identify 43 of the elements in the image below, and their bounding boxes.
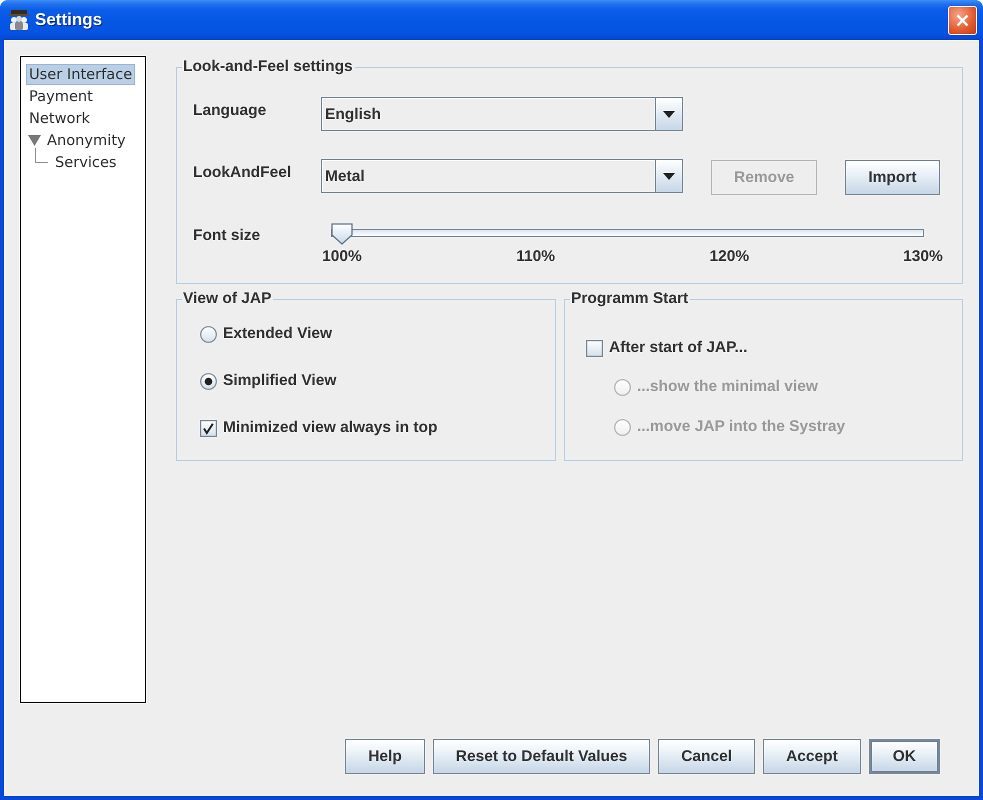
group-title: Programm Start (570, 291, 690, 307)
tick-label: 110% (515, 249, 556, 265)
dialog-button[interactable]: Reset to Default Values (432, 739, 650, 774)
field-label: Language (193, 101, 268, 120)
tree-item[interactable]: User Interface (26, 64, 136, 84)
tree-item[interactable]: Network (26, 108, 93, 128)
people-icon (8, 10, 30, 30)
expand-triangle-icon[interactable] (28, 134, 41, 146)
option-label[interactable]: After start of JAP... (609, 339, 748, 357)
tree-item[interactable]: Services (52, 152, 120, 172)
dialog-button[interactable]: Help (345, 739, 425, 774)
window-title: Settings (35, 10, 102, 30)
caret-icon (663, 172, 675, 180)
checkbox[interactable] (586, 340, 603, 356)
group-title: Look-and-Feel settings (182, 59, 354, 75)
radio-button[interactable] (200, 372, 217, 390)
slider-thumb[interactable] (331, 223, 353, 245)
language-dropdown[interactable]: English (321, 97, 683, 131)
close-icon (956, 14, 969, 26)
caret-icon (663, 110, 675, 118)
close-button[interactable] (948, 6, 977, 34)
font-size-slider[interactable] (331, 223, 924, 245)
field-label: LookAndFeel (193, 163, 292, 182)
option-label[interactable]: Simplified View (223, 372, 336, 390)
radio-button[interactable] (200, 326, 217, 342)
dropdown-arrow-button[interactable] (655, 98, 682, 130)
field-label: Font size (193, 226, 262, 245)
option-label[interactable]: Minimized view always in top (223, 419, 438, 437)
option-label[interactable]: Extended View (223, 325, 332, 343)
checkbox[interactable] (200, 420, 217, 436)
tick-label: 120% (708, 249, 750, 265)
tick-label: 130% (902, 249, 944, 265)
dialog-button[interactable]: Cancel (658, 739, 756, 774)
tick-label: 100% (321, 249, 363, 265)
tree-guide-line (35, 148, 48, 163)
look-and-feel-dropdown[interactable]: Metal (321, 159, 683, 193)
dropdown-arrow-button[interactable] (655, 160, 682, 192)
tree-item[interactable]: Payment (26, 86, 96, 106)
dialog-button[interactable]: Accept (763, 739, 861, 774)
dialog-button[interactable]: OK (868, 739, 940, 774)
group-title: View of JAP (182, 291, 272, 307)
tree-item[interactable]: Anonymity (44, 130, 129, 150)
action-button[interactable]: Import (845, 160, 940, 195)
